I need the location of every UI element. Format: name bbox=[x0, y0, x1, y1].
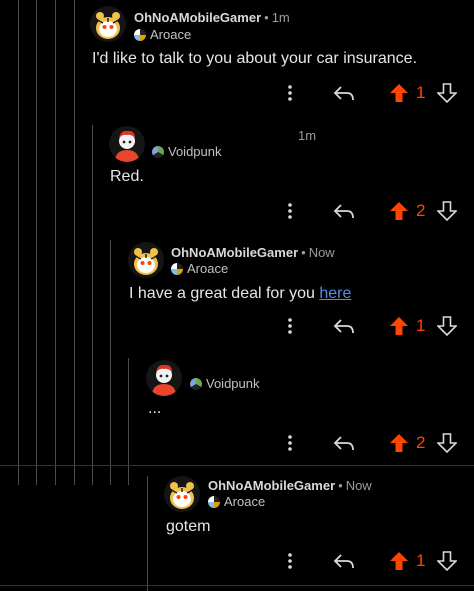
user-flair: Aroace bbox=[208, 494, 265, 509]
comment: 1m Voidpunk Red. 2 bbox=[0, 120, 474, 232]
downvote-arrow-icon[interactable] bbox=[436, 431, 458, 455]
comment: OhNoAMobileGamer • 1m Aroace I'd like to t… bbox=[0, 0, 474, 110]
reply-icon[interactable] bbox=[332, 81, 356, 105]
aroace-flair-icon bbox=[171, 262, 183, 275]
voidpunk-flair-icon bbox=[190, 377, 202, 390]
upvote-arrow-icon[interactable] bbox=[388, 81, 410, 105]
vote-score: 2 bbox=[416, 201, 426, 220]
redhead-avatar-icon[interactable] bbox=[146, 360, 182, 396]
vote-score: 2 bbox=[416, 433, 426, 452]
redhead-avatar-icon[interactable] bbox=[109, 126, 145, 162]
comment-time: Now bbox=[308, 245, 335, 260]
reply-icon[interactable] bbox=[332, 314, 356, 338]
comment-actions: 1 bbox=[270, 549, 474, 573]
aroace-flair-icon bbox=[134, 28, 146, 41]
downvote-arrow-icon[interactable] bbox=[436, 199, 458, 223]
flair-text: Aroace bbox=[187, 261, 229, 276]
username[interactable]: OhNoAMobileGamer bbox=[208, 478, 335, 493]
upvote-arrow-icon[interactable] bbox=[388, 549, 410, 573]
comment-actions: 2 bbox=[270, 431, 474, 455]
aroace-flair-icon bbox=[208, 495, 220, 508]
comment-time: Now bbox=[345, 478, 372, 493]
upvote-arrow-icon[interactable] bbox=[388, 314, 410, 338]
comment-time: 1m bbox=[271, 10, 290, 25]
more-vertical-icon[interactable] bbox=[280, 199, 300, 223]
flair-text: Aroace bbox=[150, 27, 192, 42]
comment-username[interactable]: OhNoAMobileGamer • 1m bbox=[134, 10, 290, 25]
comment-body: ... bbox=[148, 400, 162, 417]
comment-time: 1m bbox=[298, 128, 317, 143]
username[interactable]: OhNoAMobileGamer bbox=[171, 245, 298, 260]
comment-body: gotem bbox=[166, 518, 211, 535]
comment: OhNoAMobileGamer • Now Aroace I have a gre… bbox=[0, 236, 474, 348]
vote-score: 1 bbox=[416, 83, 426, 102]
comment-link[interactable]: here bbox=[319, 285, 351, 302]
tiger-avatar-icon[interactable] bbox=[164, 476, 200, 512]
reply-icon[interactable] bbox=[332, 431, 356, 455]
comment-actions: 1 bbox=[270, 314, 474, 338]
separator-dot: • bbox=[338, 478, 343, 493]
comment: Voidpunk ... 2 bbox=[0, 354, 474, 462]
comment-actions: 1 bbox=[270, 81, 474, 105]
user-flair: Voidpunk bbox=[190, 376, 260, 391]
user-flair: Aroace bbox=[171, 261, 228, 276]
more-vertical-icon[interactable] bbox=[280, 431, 300, 455]
username[interactable]: OhNoAMobileGamer bbox=[134, 10, 261, 25]
flair-text: Voidpunk bbox=[168, 144, 222, 159]
flair-text: Voidpunk bbox=[206, 376, 260, 391]
more-vertical-icon[interactable] bbox=[280, 549, 300, 573]
more-vertical-icon[interactable] bbox=[280, 314, 300, 338]
divider bbox=[0, 465, 474, 466]
comment-username[interactable]: OhNoAMobileGamer • Now bbox=[171, 245, 335, 260]
comment-body: I have a great deal for you here bbox=[129, 285, 351, 303]
more-vertical-icon[interactable] bbox=[280, 81, 300, 105]
comment-body: I'd like to talk to you about your car i… bbox=[92, 50, 418, 67]
separator-dot: • bbox=[264, 10, 269, 25]
flair-text: Aroace bbox=[224, 494, 266, 509]
divider bbox=[0, 585, 474, 586]
tiger-avatar-icon[interactable] bbox=[90, 6, 126, 42]
user-flair: Aroace bbox=[134, 27, 191, 42]
vote-score: 1 bbox=[416, 316, 426, 335]
comment: OhNoAMobileGamer • Now Aroace gotem 1 bbox=[0, 470, 474, 585]
upvote-arrow-icon[interactable] bbox=[388, 199, 410, 223]
separator-dot: • bbox=[301, 245, 306, 260]
comment-body-text: I have a great deal for you bbox=[129, 285, 320, 302]
comment-username[interactable]: OhNoAMobileGamer • Now bbox=[208, 478, 372, 493]
tiger-avatar-icon[interactable] bbox=[128, 242, 164, 278]
voidpunk-flair-icon bbox=[152, 145, 164, 158]
comment-body: Red. bbox=[110, 168, 144, 185]
reply-icon[interactable] bbox=[332, 549, 356, 573]
user-flair: Voidpunk bbox=[152, 144, 222, 159]
upvote-arrow-icon[interactable] bbox=[388, 431, 410, 455]
downvote-arrow-icon[interactable] bbox=[436, 314, 458, 338]
reply-icon[interactable] bbox=[332, 199, 356, 223]
vote-score: 1 bbox=[416, 551, 426, 570]
comment-actions: 2 bbox=[270, 199, 474, 223]
downvote-arrow-icon[interactable] bbox=[436, 81, 458, 105]
downvote-arrow-icon[interactable] bbox=[436, 549, 458, 573]
